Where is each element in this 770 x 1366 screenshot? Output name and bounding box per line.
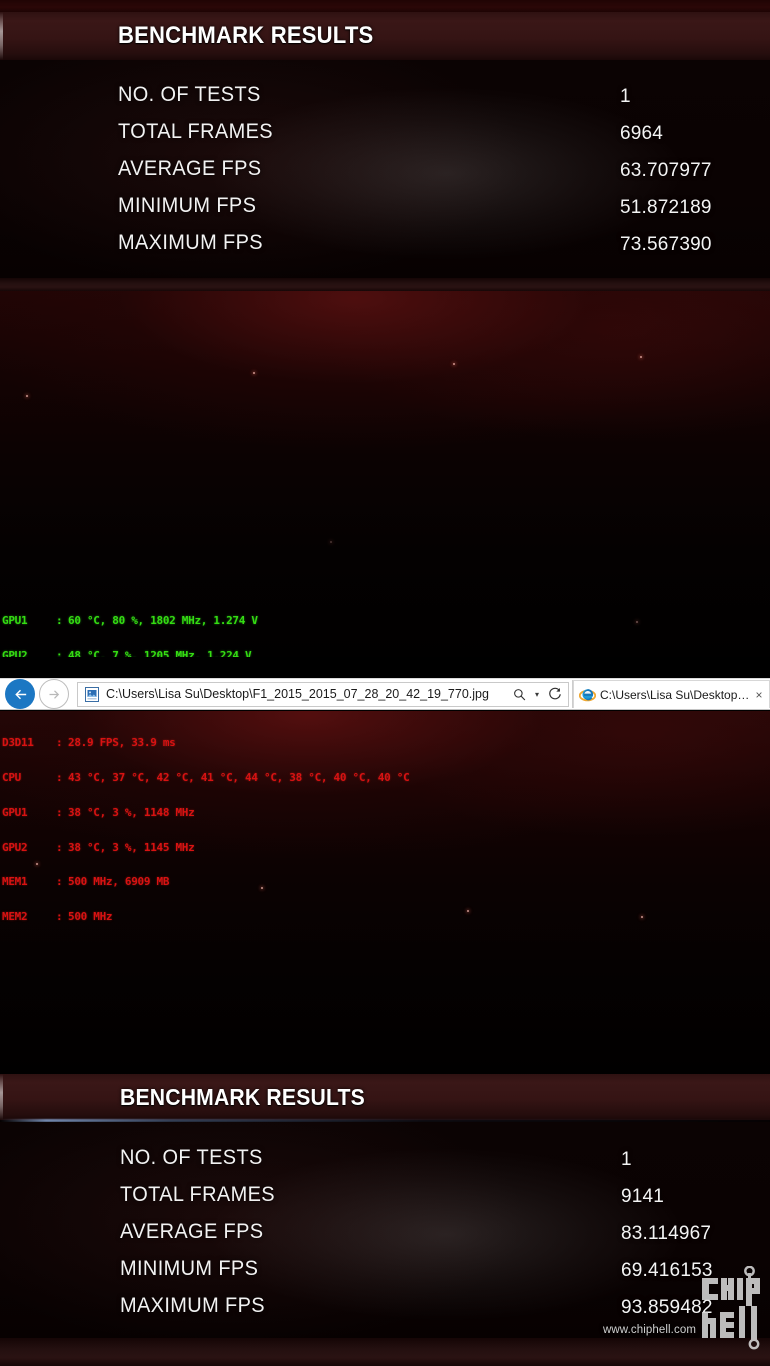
address-bar[interactable]: C:\Users\Lisa Su\Desktop\F1_2015_2015_07…: [77, 681, 569, 707]
osd-line-label: MEM1: [2, 875, 28, 889]
panel-top-strip: [0, 0, 770, 12]
ie-logo-glyph: [578, 689, 597, 702]
benchmark-row: AVERAGE FPS 63.707977: [0, 157, 770, 194]
osd-line: GPU1:38 °C, 3 %, 1148 MHz: [2, 805, 195, 819]
back-arrow-icon: [14, 689, 26, 699]
osd-line: D3D11:28.9 FPS, 33.9 ms: [2, 736, 176, 750]
scene-spark: [640, 356, 642, 358]
osd-line-label: GPU1: [2, 614, 28, 628]
osd-line-label: GPU2: [2, 648, 28, 657]
benchmark-row-label: MINIMUM FPS: [120, 1257, 259, 1280]
benchmark-row-label: TOTAL FRAMES: [118, 120, 273, 143]
benchmark-row-value: 69.416153: [621, 1260, 713, 1281]
osd-line: GPU2:38 °C, 3 %, 1145 MHz: [2, 840, 195, 854]
tab-current-image[interactable]: C:\Users\Lisa Su\Desktop\F... ×: [573, 680, 770, 708]
address-input[interactable]: C:\Users\Lisa Su\Desktop\F1_2015_2015_07…: [106, 687, 506, 701]
screenshot-bottom-capture: D3D11:28.9 FPS, 33.9 ms CPU:43 °C, 37 °C…: [0, 711, 770, 1366]
benchmark-row-label: MAXIMUM FPS: [118, 231, 263, 254]
benchmark-row-label: MINIMUM FPS: [118, 194, 257, 217]
benchmark-row: NO. OF TESTS 1: [0, 1146, 770, 1183]
chiphell-logo-glyph: [702, 1265, 760, 1350]
osd-line: CPU:43 °C, 37 °C, 42 °C, 41 °C, 44 °C, 3…: [2, 770, 410, 784]
osd-line-value: 38 °C, 3 %, 1148 MHz: [68, 805, 195, 819]
osd-line-value: 60 °C, 80 %, 1802 MHz, 1.274 V: [68, 614, 258, 628]
benchmark-row-value: 1: [620, 86, 631, 107]
forward-arrow-icon: [49, 689, 59, 699]
chiphell-logo-icon: [700, 1265, 764, 1350]
osd-line-label: GPU1: [2, 805, 28, 819]
benchmark-row-value: 9141: [621, 1186, 665, 1207]
benchmark-row: MINIMUM FPS 51.872189: [0, 194, 770, 231]
benchmark-row-value: 51.872189: [620, 197, 712, 218]
benchmark-header-band-top: BENCHMARK RESULTS: [0, 12, 770, 60]
benchmark-row: MINIMUM FPS 69.416153: [0, 1257, 770, 1294]
osd-overlay-red: D3D11:28.9 FPS, 33.9 ms CPU:43 °C, 37 °C…: [2, 714, 410, 946]
osd-line: MEM2:500 MHz: [2, 910, 113, 924]
screenshot-page: BENCHMARK RESULTS NO. OF TESTS 1 TOTAL F…: [0, 0, 770, 1366]
benchmark-results-body-bottom: NO. OF TESTS 1 TOTAL FRAMES 9141 AVERAGE…: [0, 1122, 770, 1338]
scene-spark: [253, 372, 255, 374]
benchmark-row-value: 73.567390: [620, 234, 712, 255]
benchmark-row-value: 83.114967: [621, 1223, 712, 1244]
osd-overlay-green: GPU1:60 °C, 80 %, 1802 MHz, 1.274 V GPU2…: [2, 592, 409, 657]
osd-line-label: D3D11: [2, 736, 34, 750]
benchmark-title-bottom: BENCHMARK RESULTS: [120, 1083, 365, 1110]
panel-foot-band-top: [0, 278, 770, 291]
benchmark-row: NO. OF TESTS 1: [0, 83, 770, 120]
benchmark-row-value: 63.707977: [620, 160, 712, 181]
scene-spark: [467, 910, 469, 912]
tab-strip: C:\Users\Lisa Su\Desktop\F... ×: [572, 680, 770, 708]
scene-spark: [641, 916, 643, 918]
benchmark-row-label: NO. OF TESTS: [120, 1146, 263, 1169]
benchmark-row: AVERAGE FPS 83.114967: [0, 1220, 770, 1257]
game-scene-bottom: D3D11:28.9 FPS, 33.9 ms CPU:43 °C, 37 °C…: [0, 711, 770, 1074]
watermark-url: www.chiphell.com: [603, 1324, 696, 1336]
tab-title: C:\Users\Lisa Su\Desktop\F...: [600, 687, 751, 702]
osd-line: GPU1:60 °C, 80 %, 1802 MHz, 1.274 V: [2, 614, 258, 628]
benchmark-row-label: TOTAL FRAMES: [120, 1183, 275, 1206]
benchmark-results-body-top: NO. OF TESTS 1 TOTAL FRAMES 6964 AVERAGE…: [0, 60, 770, 278]
scene-spark: [453, 363, 455, 365]
refresh-icon[interactable]: [542, 683, 568, 706]
chevron-down-icon[interactable]: ▾: [532, 690, 542, 699]
image-file-icon: [84, 686, 100, 702]
benchmark-row-label: AVERAGE FPS: [120, 1220, 264, 1243]
internet-explorer-icon: [578, 686, 597, 703]
refresh-glyph: [549, 687, 561, 700]
benchmark-row-label: MAXIMUM FPS: [120, 1294, 265, 1317]
benchmark-title-top: BENCHMARK RESULTS: [118, 22, 374, 49]
benchmark-header-band-bottom: BENCHMARK RESULTS: [0, 1074, 770, 1120]
osd-line-value: 43 °C, 37 °C, 42 °C, 41 °C, 44 °C, 38 °C…: [68, 770, 410, 784]
benchmark-row: TOTAL FRAMES 6964: [0, 120, 770, 157]
magnifier-glyph: [513, 688, 525, 700]
browser-toolbar: C:\Users\Lisa Su\Desktop\F1_2015_2015_07…: [0, 678, 770, 710]
panel-foot-band-bottom: [0, 1338, 770, 1366]
benchmark-row-label: NO. OF TESTS: [118, 83, 261, 106]
search-icon[interactable]: [506, 683, 532, 706]
screenshot-top-capture: BENCHMARK RESULTS NO. OF TESTS 1 TOTAL F…: [0, 0, 770, 657]
osd-line-value: 500 MHz, 6909 MB: [68, 875, 170, 889]
benchmark-row-label: AVERAGE FPS: [118, 157, 262, 180]
benchmark-row: TOTAL FRAMES 9141: [0, 1183, 770, 1220]
osd-line-label: GPU2: [2, 840, 28, 854]
close-icon[interactable]: ×: [751, 689, 767, 701]
osd-line-value: 38 °C, 3 %, 1145 MHz: [68, 840, 195, 854]
osd-line-label: MEM2: [2, 910, 28, 924]
benchmark-row-value: 1: [621, 1149, 632, 1170]
benchmark-row-value: 6964: [620, 123, 664, 144]
forward-button[interactable]: [39, 679, 69, 709]
osd-line-value: 48 °C, 7 %, 1205 MHz, 1.224 V: [68, 648, 252, 657]
osd-line-label: CPU: [2, 770, 21, 784]
osd-line-value: 500 MHz: [68, 910, 113, 924]
back-button[interactable]: [5, 679, 35, 709]
osd-line: MEM1:500 MHz, 6909 MB: [2, 875, 170, 889]
benchmark-row-value: 93.859482: [621, 1297, 713, 1318]
benchmark-row: MAXIMUM FPS 73.567390: [0, 231, 770, 268]
osd-line-value: 28.9 FPS, 33.9 ms: [68, 736, 176, 750]
image-file-glyph: [85, 686, 99, 702]
osd-line: GPU2:48 °C, 7 %, 1205 MHz, 1.224 V: [2, 650, 409, 657]
scene-spark: [636, 621, 638, 623]
scene-spark: [330, 541, 332, 543]
scene-spark: [26, 395, 28, 397]
